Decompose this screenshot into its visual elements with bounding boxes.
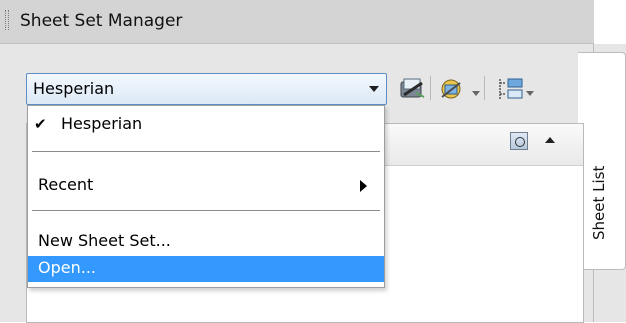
toolbar-separator <box>430 76 431 100</box>
sheet-set-combo-value: Hesperian <box>33 79 115 98</box>
tab-sheet-list-label: Sheet List <box>590 165 608 240</box>
menu-divider <box>32 151 380 152</box>
combo-dropdown-arrow-icon[interactable] <box>369 86 379 92</box>
refresh-icon[interactable] <box>510 132 528 150</box>
sheet-set-icon[interactable] <box>396 73 428 105</box>
menu-item-label: New Sheet Set... <box>38 231 171 250</box>
publish-dropdown-arrow-icon[interactable] <box>472 91 480 96</box>
menu-item-label: Hesperian <box>61 114 143 133</box>
collapse-up-icon[interactable] <box>545 137 555 143</box>
menu-item-new-sheet-set[interactable]: New Sheet Set... <box>28 230 384 254</box>
properties-dropdown-arrow-icon[interactable] <box>526 91 534 96</box>
menu-divider <box>32 210 380 211</box>
submenu-arrow-icon <box>360 180 367 192</box>
sheet-properties-icon[interactable] <box>494 73 526 105</box>
menu-item-label: Recent <box>38 175 94 194</box>
menu-item-open[interactable]: Open... <box>28 256 384 282</box>
menu-item-recent[interactable]: Recent <box>28 174 384 198</box>
menu-item-hesperian[interactable]: Hesperian <box>28 113 384 137</box>
palette-title: Sheet Set Manager <box>20 11 183 31</box>
menu-item-label: Open... <box>38 258 96 277</box>
drag-grip-icon[interactable] <box>5 10 9 30</box>
toolbar-separator <box>484 76 485 100</box>
publish-icon[interactable] <box>436 73 468 105</box>
